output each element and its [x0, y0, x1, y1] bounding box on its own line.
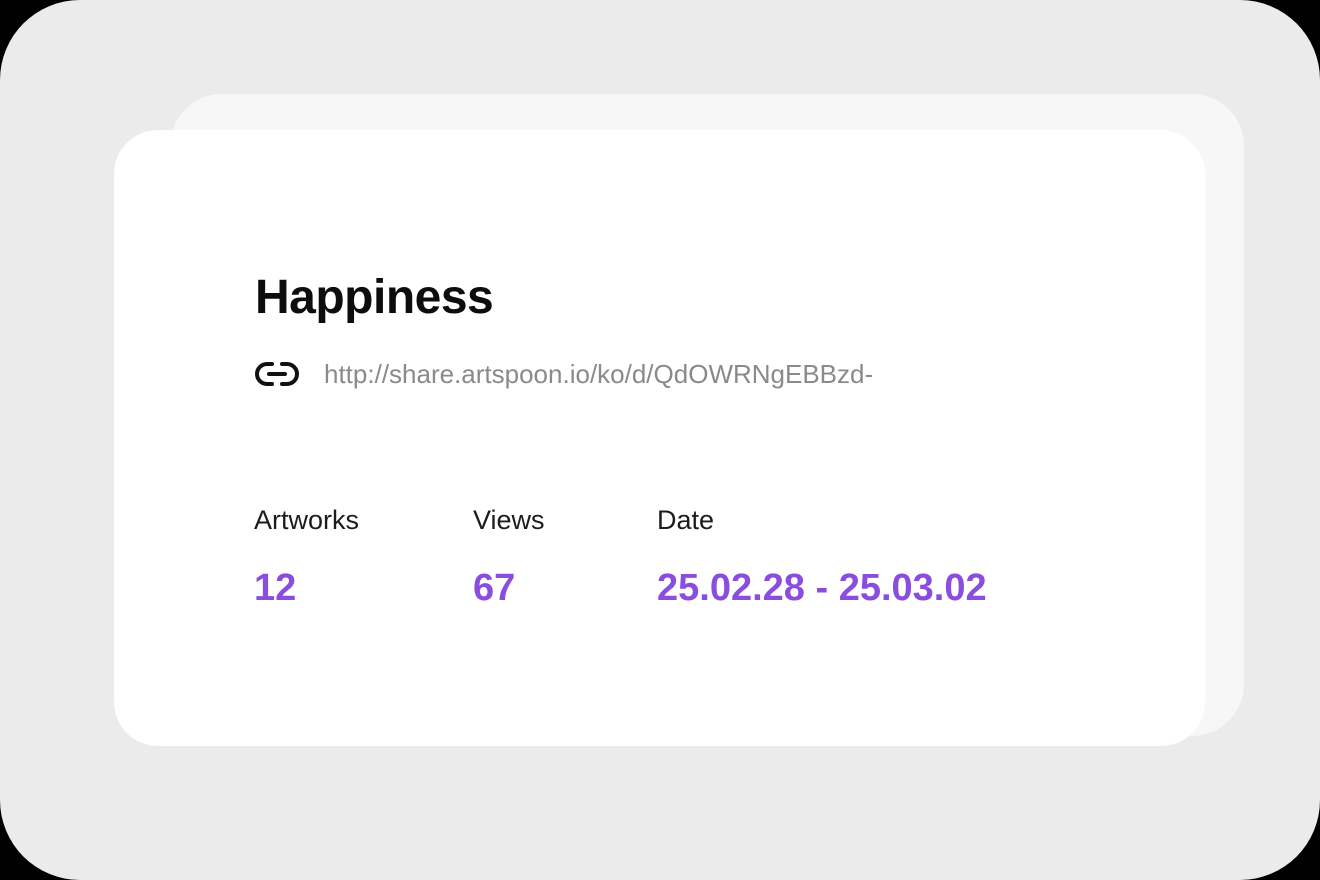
share-link-row[interactable]: http://share.artspoon.io/ko/d/QdOWRNgEBB…: [255, 356, 873, 392]
stat-artworks-label: Artworks: [254, 505, 360, 535]
stat-date-value: 25.02.28 - 25.03.02: [657, 567, 987, 609]
stat-artworks-value: 12: [254, 567, 297, 609]
app-frame: Happiness http://share.artspoon.io/ko/d/…: [0, 0, 1320, 880]
stat-artworks: Artworks 12: [254, 502, 359, 610]
share-link-url[interactable]: http://share.artspoon.io/ko/d/QdOWRNgEBB…: [324, 356, 873, 392]
share-card[interactable]: Happiness http://share.artspoon.io/ko/d/…: [114, 130, 1205, 746]
stat-views-label: Views: [473, 505, 545, 535]
stat-views-value: 67: [473, 567, 516, 609]
card-title: Happiness: [255, 271, 494, 324]
stat-date: Date 25.02.28 - 25.03.02: [657, 502, 987, 610]
stat-date-label: Date: [657, 505, 715, 535]
link-icon: [255, 360, 299, 388]
stat-views: Views 67: [473, 502, 545, 610]
